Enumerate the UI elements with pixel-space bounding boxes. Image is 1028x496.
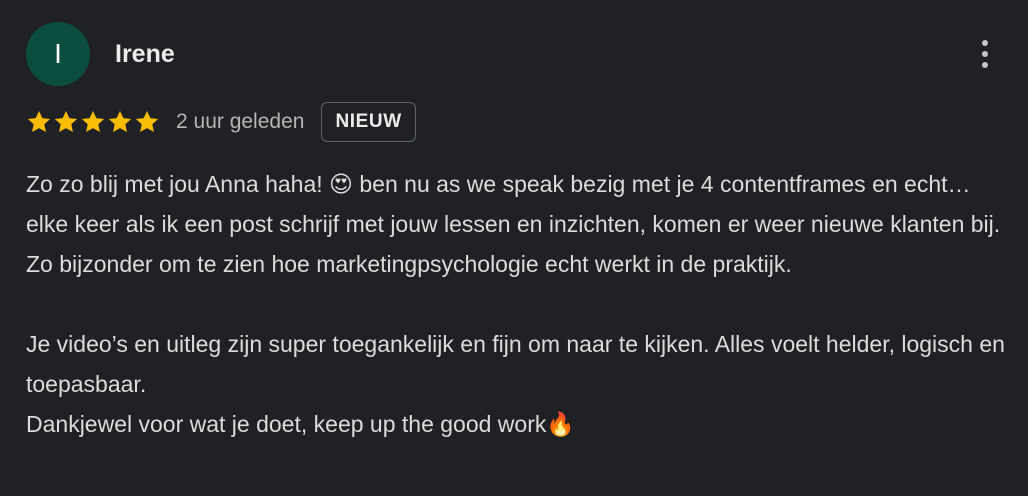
more-vertical-icon-dot (982, 51, 988, 57)
star-icon (108, 110, 132, 132)
review-time: 2 uur geleden (176, 110, 305, 133)
new-badge: NIEUW (321, 102, 416, 142)
more-vertical-icon-dot (982, 62, 988, 68)
more-options-button[interactable] (968, 32, 1002, 76)
reviewer-avatar[interactable]: I (26, 22, 90, 86)
avatar-letter: I (54, 38, 62, 69)
star-icon (135, 110, 159, 132)
reviewer-name[interactable]: Irene (115, 38, 175, 70)
more-vertical-icon (982, 40, 988, 46)
review-text: Zo zo blij met jou Anna haha! 😍 ben nu a… (26, 164, 1011, 444)
star-icon (81, 110, 105, 132)
review-meta: 2 uur geleden NIEUW (26, 101, 416, 143)
star-icon (27, 110, 51, 132)
review-card: I Irene 2 uur geleden NIEUW Zo zo blij m… (0, 0, 1028, 496)
review-paragraph: Dankjewel voor wat je doet, keep up the … (26, 411, 576, 437)
review-paragraph: Je video’s en uitleg zijn super toeganke… (26, 331, 1005, 397)
star-icon (54, 110, 78, 132)
review-paragraph: Zo zo blij met jou Anna haha! 😍 ben nu a… (26, 171, 1001, 277)
star-rating (26, 109, 160, 135)
